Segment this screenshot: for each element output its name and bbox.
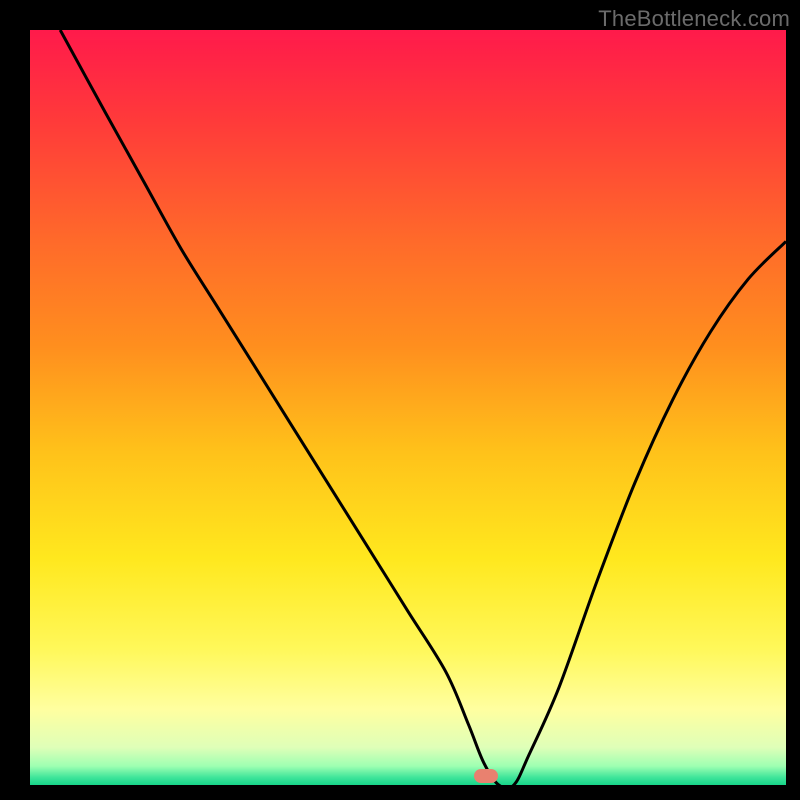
site-watermark: TheBottleneck.com bbox=[598, 6, 790, 32]
gradient-background bbox=[30, 30, 786, 785]
minimum-marker bbox=[474, 769, 498, 783]
